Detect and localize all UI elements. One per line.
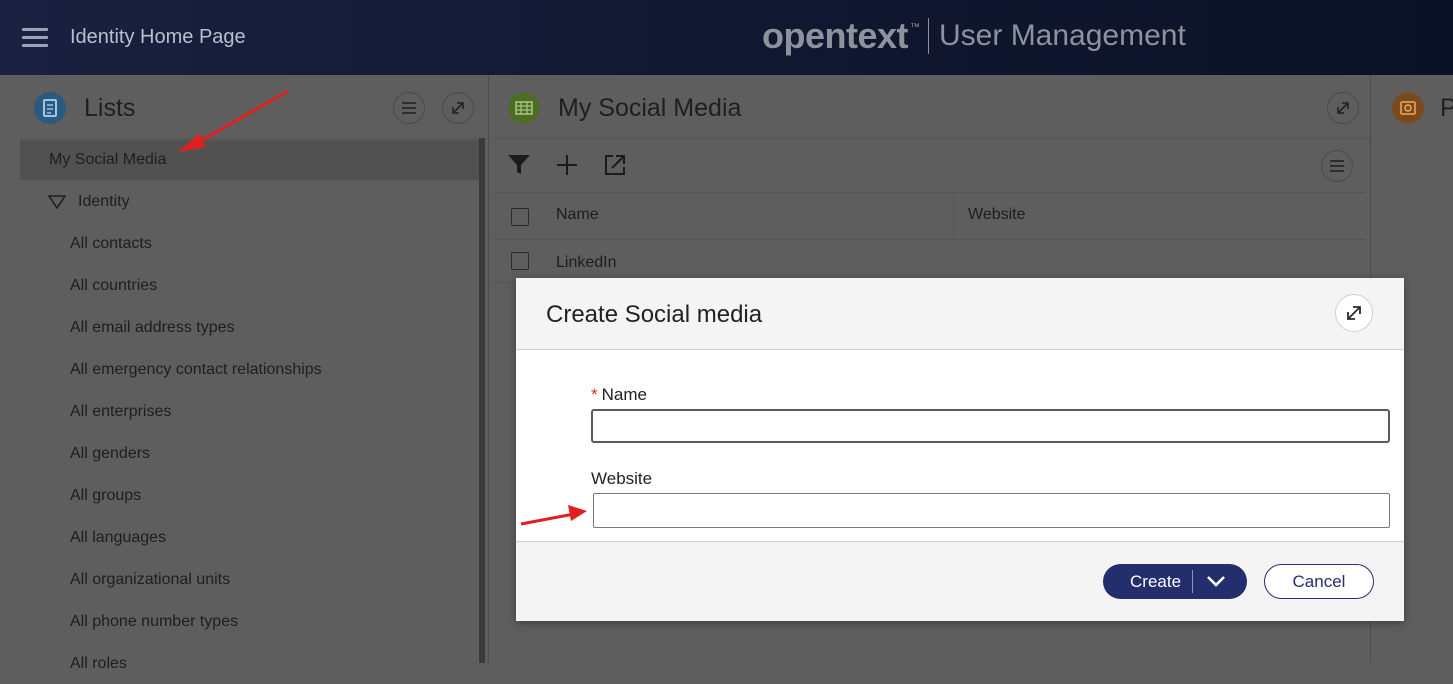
create-button[interactable]: Create	[1103, 564, 1247, 599]
dialog-header: Create Social media	[516, 278, 1404, 350]
list-item-label: All groups	[70, 487, 142, 504]
list-item[interactable]: All roles	[20, 644, 480, 684]
dialog-body: * Name Website	[516, 350, 1404, 542]
app-name: User Management	[939, 19, 1186, 52]
grid-header: Name Website	[494, 192, 1366, 240]
list-item[interactable]: All genders	[20, 434, 480, 474]
list-item-label: My Social Media	[49, 151, 167, 168]
list-item[interactable]: All phone number types	[20, 602, 480, 642]
collapse-triangle-icon[interactable]	[48, 195, 66, 209]
list-item-label: All roles	[70, 655, 127, 672]
brand-divider	[928, 18, 930, 54]
add-icon[interactable]	[554, 152, 580, 178]
list-item[interactable]: All contacts	[20, 224, 480, 264]
lists-icon	[34, 92, 66, 124]
name-field[interactable]	[591, 409, 1390, 443]
brand-logo: opentext	[762, 15, 909, 56]
list-item-label: All phone number types	[70, 613, 239, 630]
table-icon	[508, 92, 540, 124]
list-item-label: All enterprises	[70, 403, 172, 420]
social-panel-header: My Social Media	[494, 75, 1370, 139]
create-social-media-dialog: Create Social media * Name Website Create…	[516, 278, 1404, 621]
social-toolbar	[494, 138, 1370, 192]
create-button-label: Create	[1130, 572, 1182, 591]
lists-scrollbar[interactable]	[479, 138, 485, 663]
list-item[interactable]: All enterprises	[20, 392, 480, 432]
lists-panel: Lists My Social Media Identity All conta…	[20, 75, 489, 672]
row-name: LinkedIn	[556, 254, 617, 271]
lists-panel-title: Lists	[84, 94, 136, 122]
create-button-divider	[1192, 570, 1193, 593]
name-label-text: Name	[601, 385, 647, 404]
list-item[interactable]: All organizational units	[20, 560, 480, 600]
lists-expand-button[interactable]	[442, 92, 474, 124]
brand-trademark: ™	[910, 21, 921, 33]
menu-icon	[1330, 160, 1344, 172]
third-panel-header: P	[1376, 75, 1453, 138]
list-item-label: All organizational units	[70, 571, 231, 588]
select-all-checkbox[interactable]	[511, 208, 529, 226]
list-item[interactable]: All countries	[20, 266, 480, 306]
list-item[interactable]: All email address types	[20, 308, 480, 348]
social-menu-button[interactable]	[1321, 150, 1353, 182]
column-header-name[interactable]: Name	[556, 206, 599, 224]
list-item[interactable]: All emergency contact relationships	[20, 350, 480, 390]
list-item-label: All emergency contact relationships	[70, 361, 322, 378]
name-label: * Name	[591, 385, 647, 405]
website-field[interactable]	[593, 493, 1390, 528]
chevron-down-icon[interactable]	[1203, 570, 1229, 592]
brand: opentext ™ User Management	[762, 15, 1186, 56]
required-mark: *	[591, 385, 598, 404]
hamburger-menu-icon[interactable]	[22, 28, 48, 48]
filter-icon[interactable]	[506, 152, 532, 178]
list-item-label: All email address types	[70, 319, 235, 336]
menu-icon	[402, 102, 416, 114]
table-row[interactable]: LinkedIn	[494, 238, 1366, 283]
lists-panel-header: Lists	[20, 75, 488, 139]
dialog-footer: Create Cancel	[516, 542, 1404, 621]
list-group-identity[interactable]: Identity	[20, 182, 480, 222]
list-item-label: All contacts	[70, 235, 152, 252]
expand-icon	[1337, 102, 1349, 114]
dialog-expand-button[interactable]	[1335, 294, 1373, 332]
row-checkbox[interactable]	[511, 252, 529, 270]
dialog-title: Create Social media	[546, 301, 763, 328]
lists-menu-button[interactable]	[393, 92, 425, 124]
list-item[interactable]: All groups	[20, 476, 480, 516]
panel-icon	[1392, 92, 1424, 124]
open-external-icon[interactable]	[602, 152, 628, 178]
third-panel-title: P	[1440, 94, 1453, 122]
list-item[interactable]: All languages	[20, 518, 480, 558]
cancel-button[interactable]: Cancel	[1264, 564, 1374, 599]
column-divider[interactable]	[953, 193, 954, 239]
expand-icon	[1347, 306, 1361, 320]
list-item-label: All genders	[70, 445, 151, 462]
page-title: Identity Home Page	[70, 26, 246, 48]
social-panel-title: My Social Media	[558, 94, 742, 122]
list-item-label: All countries	[70, 277, 158, 294]
top-bar: Identity Home Page opentext ™ User Manag…	[0, 0, 1453, 75]
website-label: Website	[591, 469, 653, 488]
column-header-website[interactable]: Website	[968, 206, 1026, 224]
social-expand-button[interactable]	[1327, 92, 1359, 124]
list-item-my-social-media[interactable]: My Social Media	[20, 140, 480, 180]
list-group-label: Identity	[78, 193, 130, 210]
list-item-label: All languages	[70, 529, 167, 546]
expand-icon	[452, 102, 464, 114]
